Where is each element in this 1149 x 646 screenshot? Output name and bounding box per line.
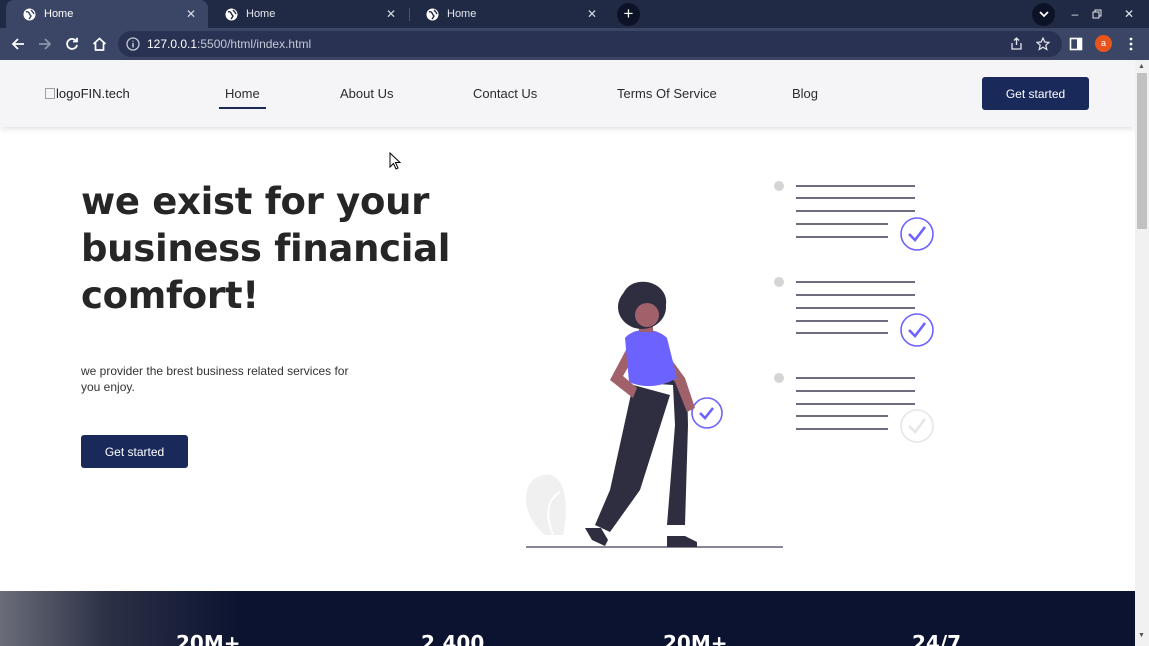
site-navbar: logoFIN.tech Home About Us Contact Us Te… (0, 60, 1135, 127)
window-close-button[interactable]: ✕ (1117, 0, 1141, 28)
profile-avatar[interactable]: a (1095, 35, 1112, 52)
star-icon[interactable] (1033, 34, 1053, 54)
reload-button[interactable] (61, 33, 83, 55)
stat-value: 2,400 (421, 631, 485, 646)
stat-value: 20M+ (176, 631, 241, 646)
kebab-menu-icon[interactable] (1121, 34, 1141, 54)
mouse-cursor-icon (389, 152, 401, 170)
browser-tab-2[interactable]: Home ✕ (208, 0, 408, 28)
stats-section: 20M+ 2,400 20M+ 24/7 (0, 591, 1135, 646)
arrow-right-icon (39, 38, 52, 50)
tab-title: Home (246, 8, 276, 20)
checklist-item-3 (774, 373, 934, 443)
browser-tab-1[interactable]: Home ✕ (6, 0, 208, 28)
scroll-up-arrow-icon[interactable]: ▲ (1138, 63, 1145, 70)
nav-link-contact-us[interactable]: Contact Us (473, 86, 537, 101)
nav-link-blog[interactable]: Blog (792, 86, 818, 101)
close-icon[interactable]: ✕ (585, 7, 599, 21)
browser-tab-3[interactable]: Home ✕ (409, 0, 609, 28)
new-tab-button[interactable]: + (617, 3, 640, 26)
chevron-down-icon (1038, 11, 1049, 18)
hero-title: we exist for your business financial com… (81, 180, 451, 317)
arrow-left-icon (11, 38, 24, 50)
nav-link-terms-of-service[interactable]: Terms Of Service (617, 86, 717, 101)
globe-icon (426, 8, 439, 21)
page-scrollbar[interactable]: ▲ ▼ (1135, 60, 1149, 646)
checklist-item-1 (774, 181, 934, 251)
restore-button[interactable] (1085, 0, 1109, 28)
page-viewport: logoFIN.tech Home About Us Contact Us Te… (0, 60, 1135, 646)
tab-title: Home (44, 8, 74, 20)
globe-icon (23, 8, 36, 21)
close-icon[interactable]: ✕ (384, 7, 398, 21)
stat-value: 20M+ (663, 631, 728, 646)
broken-image-icon (45, 88, 55, 99)
hero-illustration (525, 181, 934, 548)
url-text: 127.0.0.1:5500/html/index.html (147, 37, 312, 51)
side-panel-icon[interactable] (1066, 34, 1086, 54)
nav-get-started-button[interactable]: Get started (982, 77, 1089, 110)
home-button[interactable] (88, 33, 110, 55)
scroll-down-arrow-icon[interactable]: ▼ (1138, 632, 1145, 639)
hero-get-started-button[interactable]: Get started (81, 435, 188, 468)
nav-link-home[interactable]: Home (219, 86, 266, 109)
restore-icon (1092, 9, 1102, 19)
logo-image[interactable]: logoFIN.tech (45, 86, 130, 101)
logo-alt-text: logoFIN.tech (56, 86, 130, 101)
reload-icon (66, 37, 78, 50)
tab-search-button[interactable] (1032, 3, 1055, 26)
scroll-thumb[interactable] (1137, 73, 1147, 229)
close-icon[interactable]: ✕ (184, 7, 198, 21)
browser-tab-strip: Home ✕ Home ✕ Home ✕ + – ✕ (0, 0, 1149, 28)
nav-link-about-us[interactable]: About Us (340, 86, 393, 101)
forward-button[interactable] (34, 33, 56, 55)
back-button[interactable] (7, 33, 29, 55)
globe-icon (225, 8, 238, 21)
hero-subtitle: we provider the brest business related s… (81, 364, 349, 394)
address-bar[interactable]: 127.0.0.1:5500/html/index.html (118, 31, 1062, 57)
browser-toolbar: 127.0.0.1:5500/html/index.html (0, 28, 1149, 60)
share-icon[interactable] (1006, 34, 1026, 54)
minimize-button[interactable]: – (1063, 0, 1087, 28)
home-icon (92, 37, 106, 51)
stat-value: 24/7 (912, 631, 962, 646)
info-icon[interactable] (126, 37, 140, 51)
person-figure (585, 281, 723, 547)
checklist-item-2 (774, 277, 934, 347)
tab-title: Home (447, 8, 477, 20)
